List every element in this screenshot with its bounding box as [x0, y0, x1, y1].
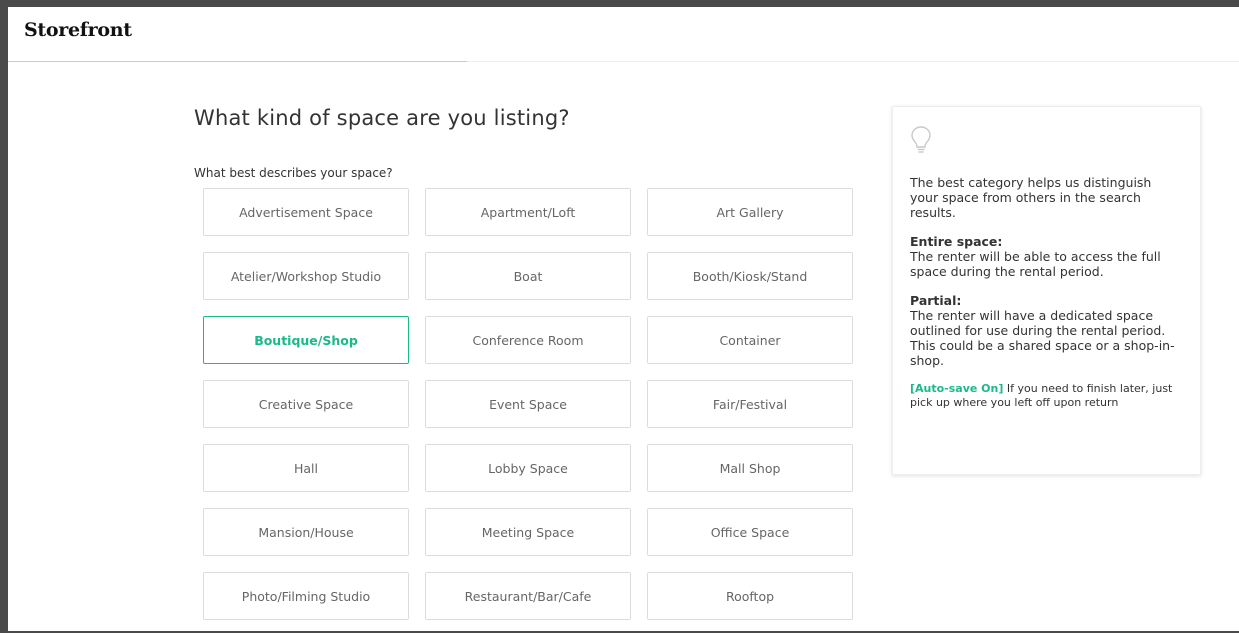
autosave-note: [Auto-save On] If you need to finish lat…: [910, 382, 1183, 410]
category-option-meeting-space[interactable]: Meeting Space: [425, 508, 631, 556]
category-option-mansion-house[interactable]: Mansion/House: [203, 508, 409, 556]
category-option-container[interactable]: Container: [647, 316, 853, 364]
tip-intro: The best category helps us distinguish y…: [910, 175, 1152, 220]
partial-heading: Partial:: [910, 293, 962, 308]
category-option-fair-festival[interactable]: Fair/Festival: [647, 380, 853, 428]
category-option-boat[interactable]: Boat: [425, 252, 631, 300]
category-option-office-space[interactable]: Office Space: [647, 508, 853, 556]
category-option-restaurant-bar-cafe[interactable]: Restaurant/Bar/Cafe: [425, 572, 631, 620]
category-option-hall[interactable]: Hall: [203, 444, 409, 492]
top-nav: Storefront: [8, 7, 1239, 62]
category-grid: Advertisement Space Apartment/Loft Art Gal…: [203, 188, 853, 620]
category-option-atelier-workshop-studio[interactable]: Atelier/Workshop Studio: [203, 252, 409, 300]
category-option-mall-shop[interactable]: Mall Shop: [647, 444, 853, 492]
category-option-boutique-shop[interactable]: Boutique/Shop: [203, 316, 409, 364]
category-option-lobby-space[interactable]: Lobby Space: [425, 444, 631, 492]
entire-space-body: The renter will be able to access the fu…: [910, 249, 1161, 279]
autosave-tag: [Auto-save On]: [910, 382, 1004, 395]
logo[interactable]: Storefront: [24, 19, 132, 41]
category-option-rooftop[interactable]: Rooftop: [647, 572, 853, 620]
category-option-advertisement-space[interactable]: Advertisement Space: [203, 188, 409, 236]
lightbulb-icon: [910, 125, 932, 155]
category-option-event-space[interactable]: Event Space: [425, 380, 631, 428]
entire-space-heading: Entire space:: [910, 234, 1003, 249]
tip-card: The best category helps us distinguish y…: [892, 106, 1201, 475]
page-title: What kind of space are you listing?: [194, 106, 570, 130]
category-option-photo-filming-studio[interactable]: Photo/Filming Studio: [203, 572, 409, 620]
category-option-conference-room[interactable]: Conference Room: [425, 316, 631, 364]
category-option-art-gallery[interactable]: Art Gallery: [647, 188, 853, 236]
category-option-apartment-loft[interactable]: Apartment/Loft: [425, 188, 631, 236]
progress-bar: [8, 61, 467, 62]
partial-body: The renter will have a dedicated space o…: [910, 308, 1175, 368]
category-option-creative-space[interactable]: Creative Space: [203, 380, 409, 428]
question-label: What best describes your space?: [194, 166, 393, 180]
category-option-booth-kiosk-stand[interactable]: Booth/Kiosk/Stand: [647, 252, 853, 300]
